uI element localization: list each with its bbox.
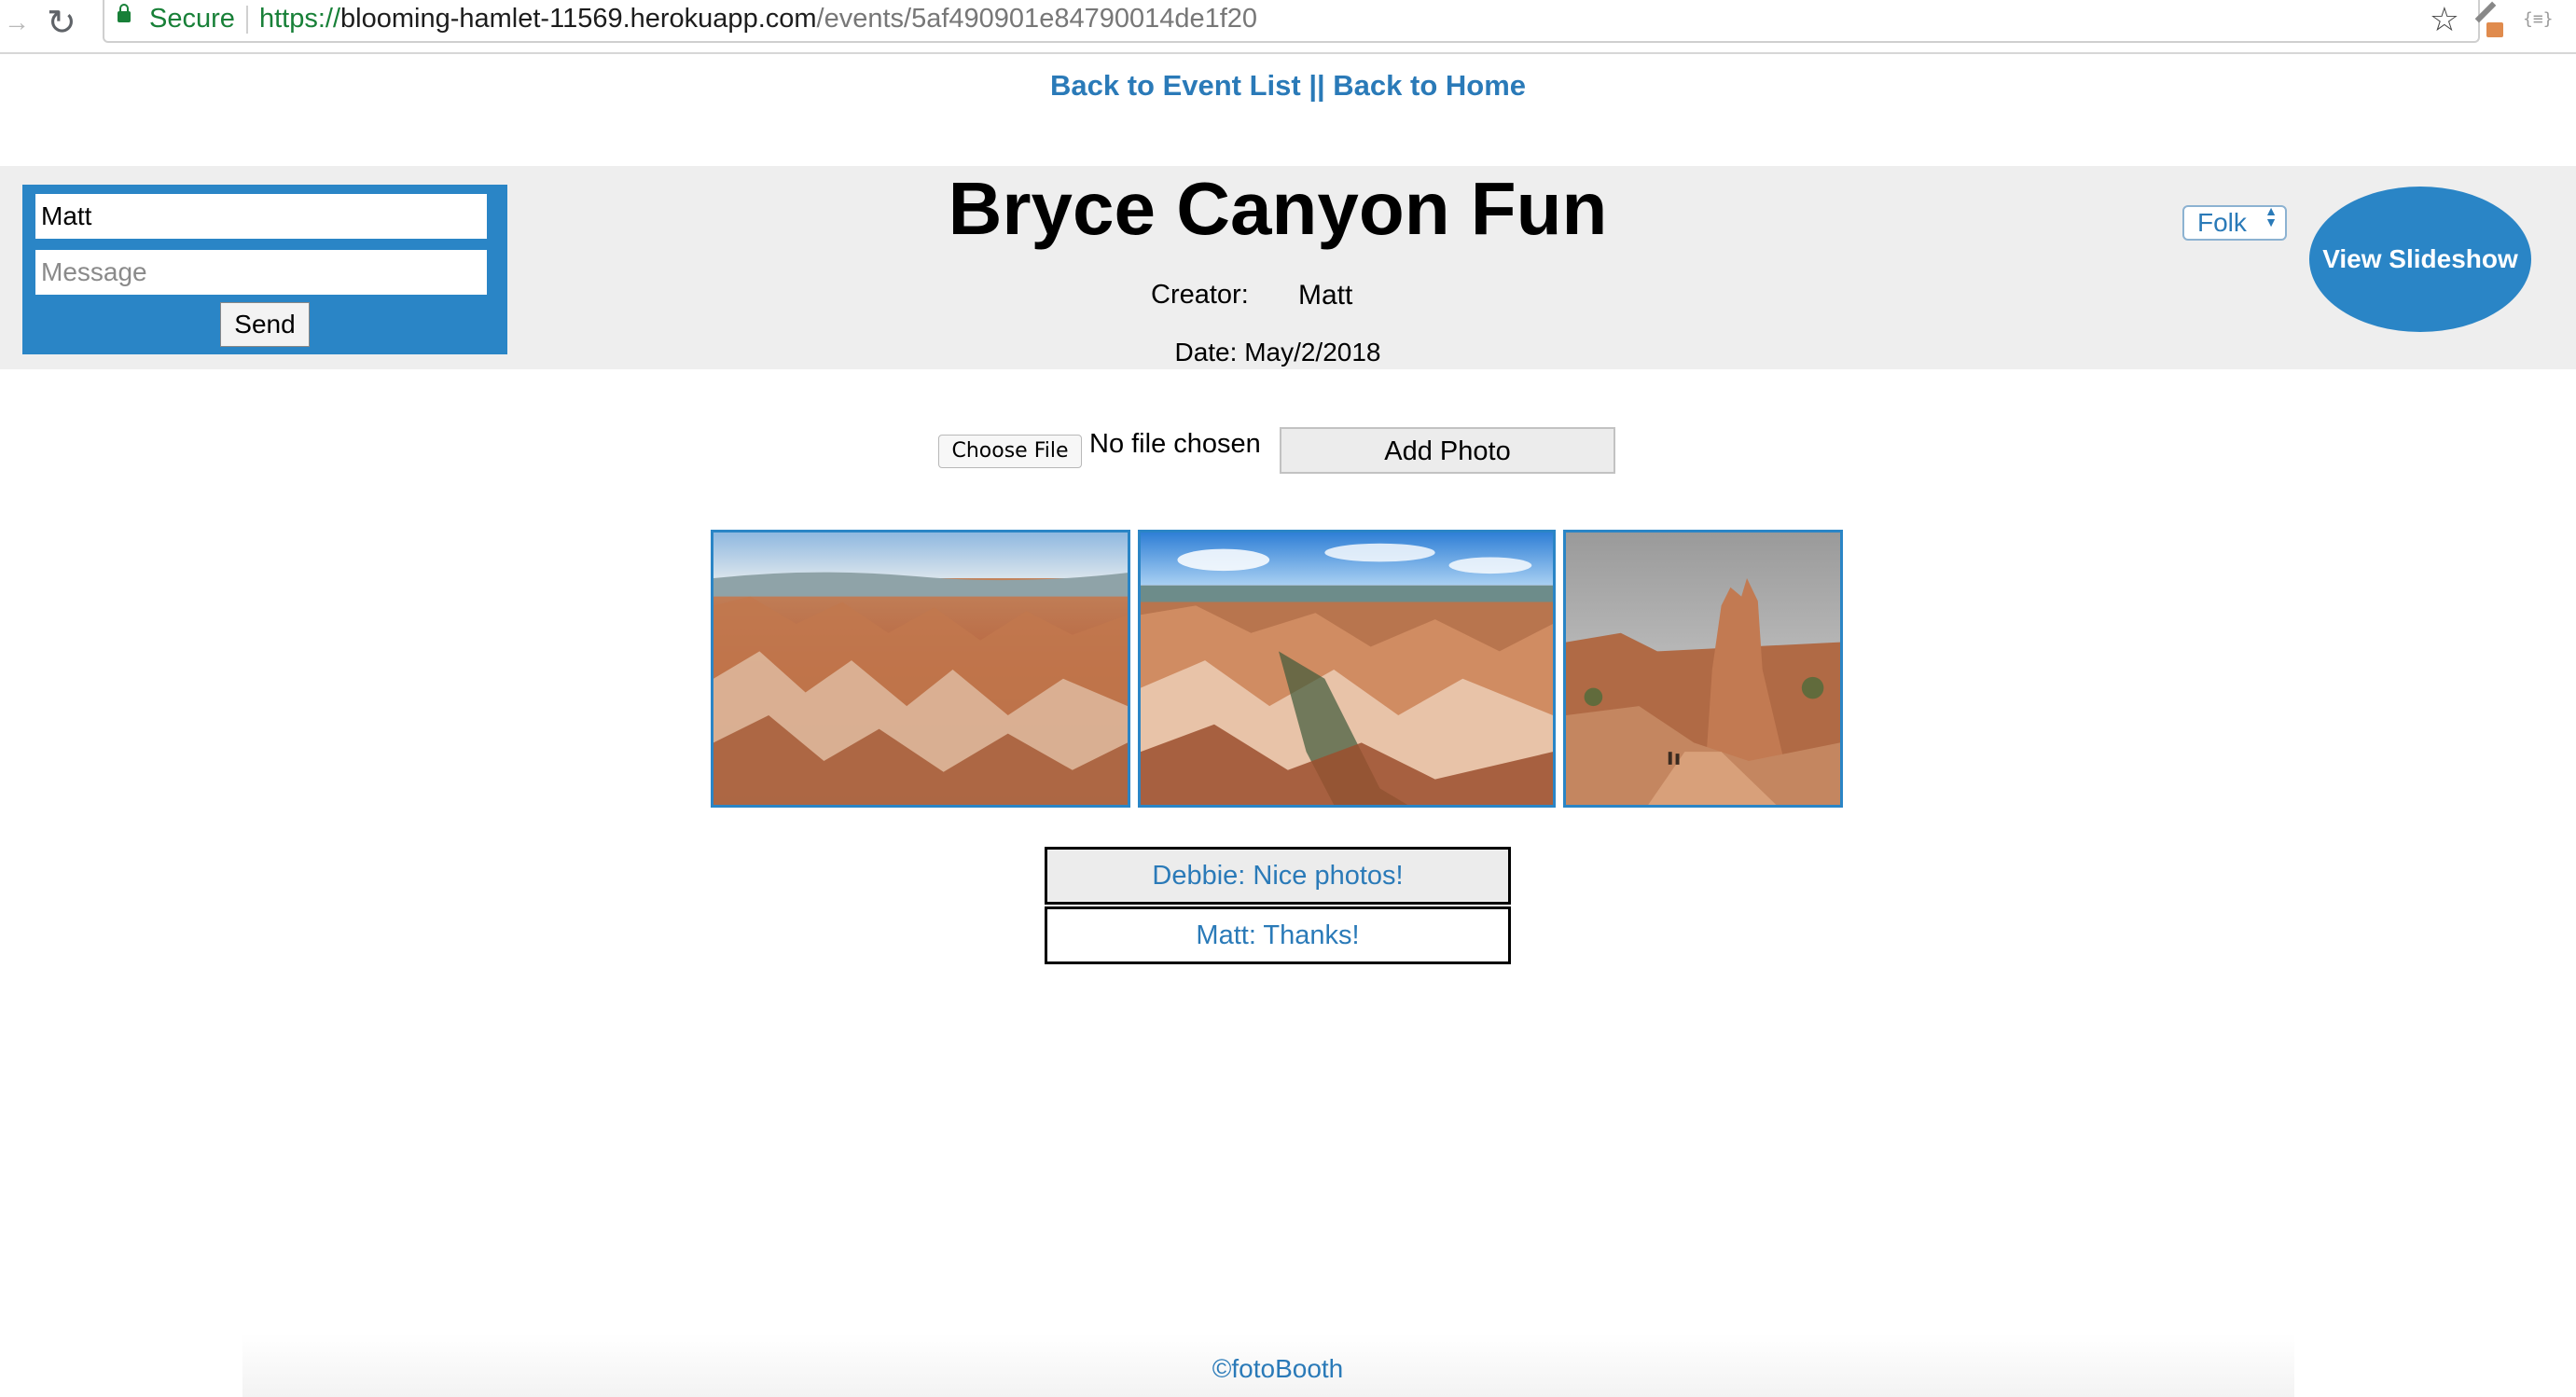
url-scheme: https://	[259, 4, 341, 34]
add-photo-button[interactable]: Add Photo	[1280, 427, 1615, 474]
chat-message-input[interactable]	[35, 250, 487, 295]
address-bar[interactable]: Secure https://blooming-hamlet-11569.her…	[103, 0, 2480, 43]
genre-selected-value: Folk	[2197, 208, 2247, 237]
canyon-photo-1-image	[713, 533, 1128, 805]
comment-item: Matt: Thanks!	[1045, 906, 1511, 964]
reload-icon[interactable]: ↻	[47, 2, 76, 44]
browser-toolbar: → ↻ Secure https://blooming-hamlet-11569…	[0, 0, 2576, 54]
address-divider	[246, 6, 248, 34]
footer-copyright: ©fotoBooth	[1212, 1354, 1344, 1383]
event-photo-1[interactable]	[711, 530, 1130, 808]
genre-select[interactable]: Folk ▲ ▼	[2182, 203, 2287, 241]
canyon-photo-2-image	[1141, 533, 1553, 805]
comment-item: Debbie: Nice photos!	[1045, 847, 1511, 905]
url-host: blooming-hamlet-11569.herokuapp.com	[340, 4, 817, 34]
bookmark-star-icon[interactable]: ☆	[2430, 0, 2459, 39]
event-photo-2[interactable]	[1138, 530, 1556, 808]
event-title: Bryce Canyon Fun	[948, 167, 1608, 250]
lock-icon	[118, 4, 131, 22]
forward-icon[interactable]: →	[4, 7, 30, 37]
choose-file-button[interactable]: Choose File	[938, 435, 1082, 468]
url-text[interactable]: https://blooming-hamlet-11569.herokuapp.…	[259, 4, 1257, 35]
no-file-text: No file chosen	[1089, 429, 1261, 459]
top-nav-links: Back to Event List || Back to Home	[0, 69, 2576, 103]
event-date: Date: May/2/2018	[1174, 338, 1381, 367]
select-arrows-icon: ▲ ▼	[2264, 203, 2278, 229]
secure-label: Secure	[149, 4, 235, 34]
creator-label: Creator:	[1151, 280, 1249, 310]
link-separator: ||	[1300, 69, 1334, 102]
extension-icon[interactable]	[2472, 1, 2505, 39]
url-path: /events/5af490901e84790014de1f20	[816, 4, 1258, 34]
canyon-photo-3-image	[1566, 533, 1840, 805]
view-slideshow-button[interactable]: View Slideshow	[2309, 187, 2531, 332]
creator-name: Matt	[1298, 280, 1353, 311]
back-to-home-link[interactable]: Back to Home	[1333, 69, 1526, 102]
event-photo-3[interactable]	[1563, 530, 1843, 808]
json-extension-icon[interactable]: {≡}	[2523, 9, 2554, 29]
back-to-event-list-link[interactable]: Back to Event List	[1050, 69, 1301, 102]
